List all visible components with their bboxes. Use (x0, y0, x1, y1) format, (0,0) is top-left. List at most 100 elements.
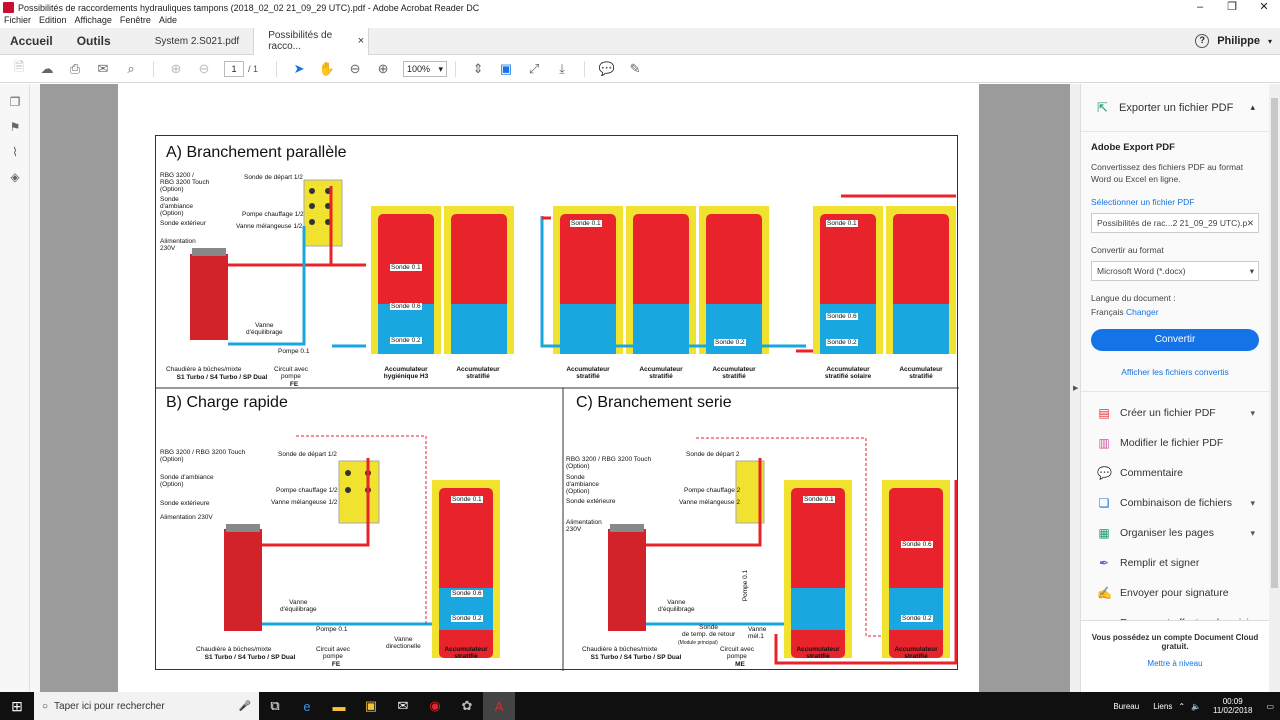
task-view-icon[interactable]: ⧉ (259, 692, 291, 720)
chevron-down-icon[interactable]: ▾ (1250, 498, 1255, 509)
rotate-icon[interactable]: ⤓ (553, 60, 571, 78)
print-icon[interactable]: ⎙ (66, 60, 84, 78)
label-chaudiere-b: Chaudière à bûches/mixte (196, 646, 272, 653)
taskbar-search-box[interactable]: ○ Taper ici pour rechercher 🎤 (34, 692, 259, 720)
tab-close-icon[interactable]: × (358, 35, 364, 47)
notification-icon[interactable]: ▭ (1266, 702, 1274, 711)
chevron-down-icon[interactable]: ▾ (1250, 528, 1255, 539)
attachment-icon[interactable]: ⌇ (8, 145, 22, 159)
windows-start-icon[interactable]: ⊞ (0, 692, 34, 720)
menu-edition[interactable]: Edition (35, 15, 71, 28)
label-sonde-ambiance-c: Sonde d'ambiance (Option) (566, 474, 600, 495)
minimize-button[interactable]: – (1184, 0, 1216, 14)
chrome-icon[interactable]: ◉ (419, 692, 451, 720)
tool-send-signature[interactable]: ✍ Envoyer pour signature (1081, 578, 1269, 608)
chevron-down-icon[interactable]: ▾ (1250, 408, 1255, 419)
tool-create-pdf[interactable]: ▤ Créer un fichier PDF ▾ (1081, 398, 1269, 428)
label-pompe-01-b: Pompe 0.1 (316, 626, 348, 633)
page-down-icon[interactable]: ⊖ (195, 60, 213, 78)
selected-file-field[interactable]: Possibilités de rac...2 21_09_29 UTC).pd… (1091, 213, 1259, 233)
comment-icon[interactable]: 💬 (598, 60, 616, 78)
upload-cloud-icon[interactable]: ☁ (38, 60, 56, 78)
maximize-button[interactable]: ❐ (1216, 0, 1248, 14)
highlight-pen-icon[interactable]: ✎ (626, 60, 644, 78)
tool-combine[interactable]: ❏ Combinaison de fichiers ▾ (1081, 488, 1269, 518)
search-icon[interactable]: ⌕ (122, 60, 140, 78)
menu-aide[interactable]: Aide (155, 15, 181, 28)
selected-file-name: Possibilités de rac...2 21_09_29 UTC).pd… (1097, 218, 1247, 228)
zoom-out-icon[interactable]: ⊖ (346, 60, 364, 78)
pdf-page: A) Branchement parallèle B) Charge rapid… (118, 84, 979, 692)
menu-fichier[interactable]: Fichier (0, 15, 35, 28)
microphone-icon[interactable]: 🎤 (239, 701, 251, 712)
right-pane-toggle[interactable]: ▶ (1070, 84, 1081, 692)
label-vanne-equilibrage-a: Vanne d'équilibrage (246, 322, 283, 336)
hand-tool-icon[interactable]: ✋ (318, 60, 336, 78)
tool-fill-sign[interactable]: ✒ Remplir et signer (1081, 548, 1269, 578)
acrobat-taskbar-icon[interactable]: A (483, 692, 515, 720)
scroll-mode-icon[interactable]: ▣ (497, 60, 515, 78)
store-icon[interactable]: ▣ (355, 692, 387, 720)
zoom-select[interactable]: 100% ▾ (403, 60, 448, 77)
tray-liens[interactable]: Liens (1153, 702, 1172, 711)
mail-app-icon[interactable]: ✉ (387, 692, 419, 720)
mail-icon[interactable]: ✉ (94, 60, 112, 78)
select-cursor-icon[interactable]: ➤ (290, 60, 308, 78)
format-select[interactable]: Microsoft Word (*.docx) ▾ (1091, 261, 1259, 281)
label-sonde-01-b: Sonde 0.1 (451, 496, 483, 503)
document-viewer[interactable]: A) Branchement parallèle B) Charge rapid… (40, 84, 1070, 692)
tab-document-1[interactable]: System 2.S021.pdf (141, 28, 254, 55)
label-sonde-ext-b: Sonde extérieure (160, 500, 210, 507)
tools-pane-scrollbar[interactable] (1269, 84, 1280, 692)
volume-icon[interactable]: 🔈 (1191, 702, 1201, 711)
page-number-input[interactable]: 1 (224, 60, 244, 77)
fit-page-icon[interactable]: ⇕ (469, 60, 487, 78)
export-pdf-header[interactable]: ⇱ Exporter un fichier PDF ▴ (1081, 84, 1269, 132)
tab-document-2[interactable]: Possibilités de racco... × (253, 27, 370, 55)
hydraulic-diagram: A) Branchement parallèle B) Charge rapid… (155, 135, 959, 671)
scrollbar-thumb[interactable] (1271, 98, 1278, 588)
file-explorer-icon[interactable]: ▬ (323, 692, 355, 720)
upgrade-link[interactable]: Mettre à niveau (1081, 659, 1269, 668)
remove-file-icon[interactable]: ✕ (1247, 214, 1254, 232)
label-acc-strat-1: Accumulateur stratifié (456, 366, 500, 380)
chevron-down-icon: ▾ (438, 63, 444, 74)
page-up-icon[interactable]: ⊕ (167, 60, 185, 78)
chevron-down-icon[interactable]: ▾ (1268, 37, 1272, 46)
menu-fenetre[interactable]: Fenêtre (116, 15, 155, 28)
menu-affichage[interactable]: Affichage (71, 15, 116, 28)
tool-edit-pdf[interactable]: ▥ Modifier le fichier PDF (1081, 428, 1269, 458)
close-button[interactable]: ✕ (1248, 0, 1280, 14)
convert-button[interactable]: Convertir (1091, 329, 1259, 351)
save-icon[interactable]: 🗎 (10, 59, 28, 78)
app-icon[interactable]: ✿ (451, 692, 483, 720)
fullscreen-icon[interactable]: ⤢ (525, 60, 543, 78)
zoom-in-icon[interactable]: ⊕ (374, 60, 392, 78)
label-sonde-02-c: Sonde 0.2 (901, 615, 933, 622)
pages-thumbnail-icon[interactable]: ❐ (8, 95, 22, 109)
tool-comment[interactable]: 💬 Commentaire (1081, 458, 1269, 488)
user-name[interactable]: Philippe (1217, 35, 1260, 47)
convert-format-label: Convertir au format (1091, 245, 1164, 255)
network-icon[interactable]: ⌃ (1178, 702, 1185, 711)
tool-organize[interactable]: ▦ Organiser les pages ▾ (1081, 518, 1269, 548)
edge-browser-icon[interactable]: e (291, 692, 323, 720)
label-rbg-a: RBG 3200 / RBG 3200 Touch (Option) (160, 172, 210, 193)
chevron-up-icon[interactable]: ▴ (1250, 102, 1255, 113)
label-sonde-06-c: Sonde 0.6 (901, 541, 933, 548)
tab-accueil[interactable]: Accueil (0, 34, 63, 48)
menu-bar: Fichier Edition Affichage Fenêtre Aide (0, 15, 1280, 28)
collapse-right-icon[interactable]: ▶ (1073, 384, 1078, 392)
tray-bureau[interactable]: Bureau (1113, 702, 1139, 711)
tab-outils[interactable]: Outils (63, 34, 141, 48)
select-pdf-link[interactable]: Sélectionner un fichier PDF (1091, 197, 1259, 207)
layers-icon[interactable]: ◈ (8, 170, 22, 184)
bookmark-icon[interactable]: ⚑ (8, 120, 22, 134)
label-pompe-01-a: Pompe 0.1 (278, 348, 310, 355)
title-bar: Possibilités de raccordements hydrauliqu… (0, 0, 1280, 15)
help-icon[interactable]: ? (1195, 34, 1210, 48)
change-language-link[interactable]: Changer (1126, 307, 1159, 317)
label-acc-strat-2: Accumulateur stratifié (566, 366, 610, 380)
show-converted-link[interactable]: Afficher les fichiers convertis (1091, 367, 1259, 377)
section-b-title: B) Charge rapide (166, 394, 288, 411)
